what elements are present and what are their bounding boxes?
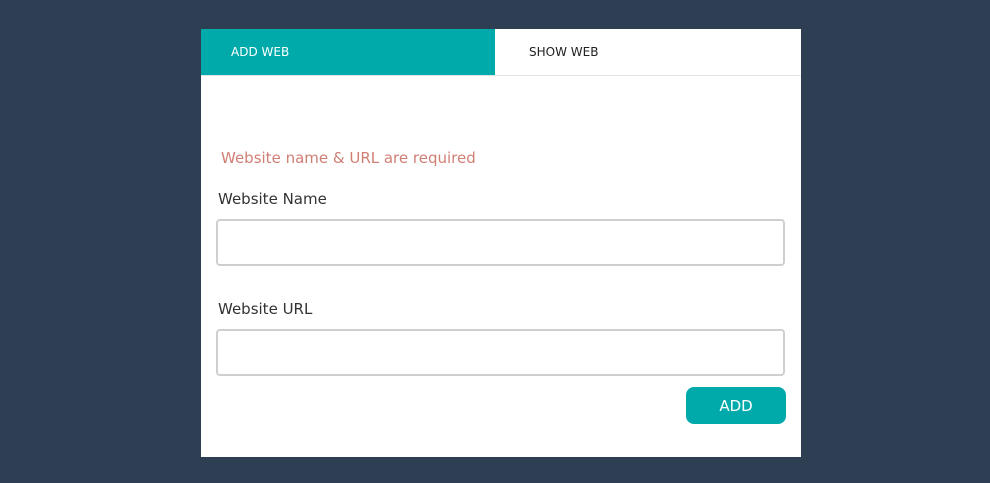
validation-error-message: Website name & URL are required	[221, 149, 476, 167]
website-name-input[interactable]	[216, 219, 785, 266]
add-button[interactable]: ADD	[686, 387, 786, 424]
tab-show-web-label: SHOW WEB	[529, 45, 599, 59]
tab-show-web[interactable]: SHOW WEB	[495, 29, 801, 75]
tab-add-web[interactable]: ADD WEB	[201, 29, 495, 75]
add-website-card: ADD WEB SHOW WEB Website name & URL are …	[201, 29, 801, 457]
website-url-label: Website URL	[218, 300, 313, 318]
website-url-input[interactable]	[216, 329, 785, 376]
tab-bar: ADD WEB SHOW WEB	[201, 29, 801, 76]
website-name-label: Website Name	[218, 190, 327, 208]
tab-add-web-label: ADD WEB	[231, 45, 290, 59]
